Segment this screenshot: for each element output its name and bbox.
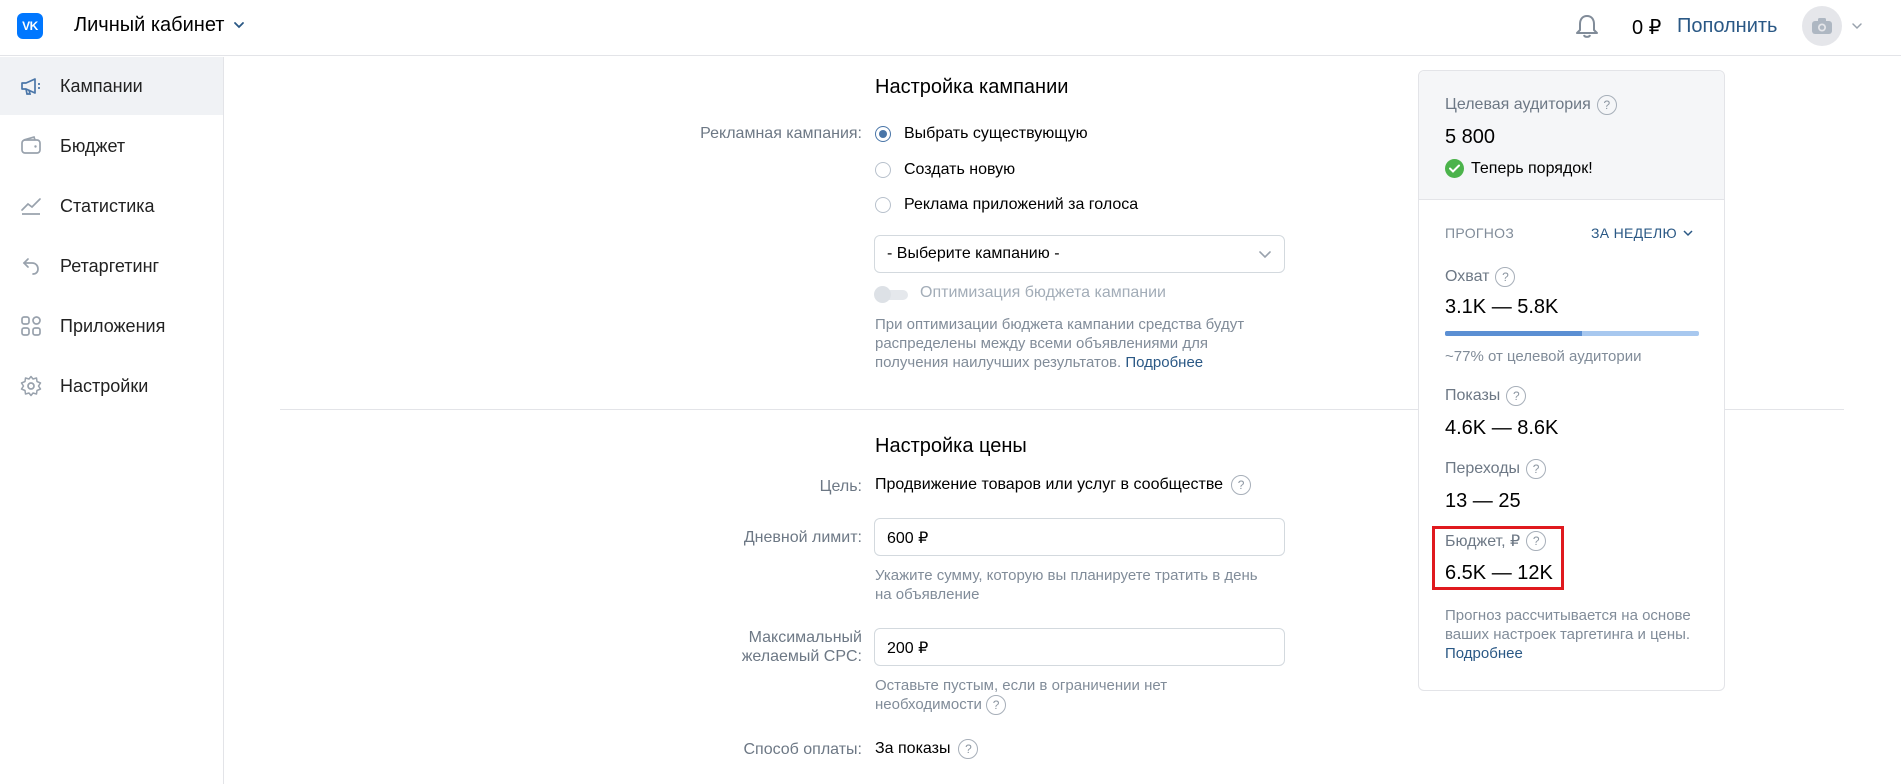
radio-label: Создать новую [904, 161, 1016, 178]
audience-value: 5 800 [1445, 126, 1496, 148]
daily-limit-input[interactable]: 600 ₽ [874, 518, 1285, 556]
radio-button[interactable] [875, 162, 891, 178]
reach-progress-fill [1445, 331, 1583, 336]
sidebar-item-statistics[interactable]: Статистика [0, 177, 223, 235]
campaign-select-value: - Выберите кампанию - [887, 245, 1060, 262]
goal-label: Цель: [819, 478, 862, 495]
megaphone-icon [21, 78, 40, 95]
sidebar-item-label: Ретаргетинг [60, 255, 160, 276]
radio-button[interactable] [875, 126, 891, 142]
chevron-down-icon[interactable] [232, 18, 246, 32]
campaign-select[interactable]: - Выберите кампанию - [874, 235, 1285, 273]
apps-icon [21, 316, 41, 336]
price-settings-title: Настройка цены [875, 435, 1027, 457]
clicks-value: 13 — 25 [1445, 490, 1521, 512]
sidebar-item-label: Приложения [60, 315, 166, 336]
radio-create-new[interactable]: Создать новую [875, 161, 1015, 179]
period-label: ЗА НЕДЕЛЮ [1591, 225, 1677, 241]
max-cpc-hint: Оставьте пустым, если в ограничении нет … [875, 676, 1275, 716]
chart-icon [21, 198, 41, 215]
radio-app-ads-votes[interactable]: Реклама приложений за голоса [875, 196, 1138, 214]
more-link[interactable]: Подробнее [1445, 645, 1523, 662]
sidebar: Кампании Бюджет Статистика Ретаргетинг П… [0, 57, 224, 784]
max-cpc-hint-text: Оставьте пустым, если в ограничении нет … [875, 677, 1168, 713]
forecast-footer-text: Прогноз рассчитывается на основе ваших н… [1445, 607, 1691, 643]
radio-button[interactable] [875, 197, 891, 213]
sidebar-item-label: Статистика [60, 195, 155, 216]
audience-label-text: Целевая аудитория [1445, 96, 1591, 113]
goal-value: Продвижение товаров или услуг в сообщест… [875, 475, 1252, 495]
balance-amount: 0 ₽ [1632, 17, 1662, 39]
help-icon[interactable]: ? [986, 695, 1007, 716]
max-cpc-input[interactable]: 200 ₽ [874, 628, 1285, 666]
audience-label: Целевая аудитория ? [1445, 95, 1617, 115]
sidebar-item-retargeting[interactable]: Ретаргетинг [0, 237, 223, 295]
radio-label: Выбрать существующую [904, 125, 1088, 142]
sidebar-item-settings[interactable]: Настройки [0, 357, 223, 415]
help-icon[interactable]: ? [1231, 475, 1252, 495]
chevron-down-icon [1259, 251, 1271, 259]
sidebar-item-campaigns[interactable]: Кампании [0, 57, 223, 115]
impressions-value: 4.6K — 8.6K [1445, 417, 1559, 439]
reach-value: 3.1K — 5.8K [1445, 296, 1559, 318]
reach-progress-bar [1445, 331, 1699, 336]
wallet-icon [21, 135, 41, 154]
audience-status: Теперь порядок! [1445, 159, 1593, 178]
daily-limit-hint: Укажите сумму, которую вы планируете тра… [875, 567, 1258, 603]
status-text: Теперь порядок! [1471, 159, 1593, 177]
budget-highlight-box [1432, 526, 1564, 590]
sidebar-item-label: Настройки [60, 375, 149, 396]
radio-select-existing[interactable]: Выбрать существующую [875, 125, 1088, 143]
max-cpc-label-line2: желаемый CPC: [741, 648, 862, 665]
max-cpc-label-line1: Максимальный [748, 629, 862, 646]
bell-icon[interactable] [1574, 12, 1600, 40]
reach-label: Охват ? [1445, 267, 1516, 287]
more-link[interactable]: Подробнее [1125, 354, 1203, 371]
daily-limit-label: Дневной лимит: [743, 529, 862, 546]
sidebar-item-budget[interactable]: Бюджет [0, 117, 223, 175]
impressions-label-text: Показы [1445, 387, 1501, 404]
period-dropdown[interactable]: ЗА НЕДЕЛЮ [1591, 225, 1693, 241]
camera-icon [1812, 18, 1832, 34]
payment-value: За показы ? [875, 739, 979, 759]
sidebar-item-apps[interactable]: Приложения [0, 297, 223, 355]
campaign-label: Рекламная кампания: [700, 125, 862, 142]
vk-logo[interactable]: VK [17, 13, 43, 39]
help-icon[interactable]: ? [1596, 95, 1617, 115]
sidebar-item-label: Кампании [60, 75, 143, 96]
impressions-label: Показы ? [1445, 386, 1527, 406]
help-icon[interactable]: ? [1495, 267, 1516, 287]
payment-text: За показы [875, 740, 951, 757]
optimization-hint: При оптимизации бюджета кампании средств… [875, 315, 1275, 372]
optimization-toggle[interactable] [874, 286, 910, 303]
retarget-icon [22, 258, 39, 275]
chevron-down-icon[interactable] [1851, 20, 1863, 32]
check-circle-icon [1445, 159, 1464, 178]
forecast-footer-hint: Прогноз рассчитывается на основе ваших н… [1445, 606, 1695, 663]
top-bar: VK Личный кабинет 0 ₽ Пополнить [0, 0, 1901, 56]
optimization-label: Оптимизация бюджета кампании [920, 284, 1166, 301]
reach-hint: ~77% от целевой аудитории [1445, 348, 1642, 365]
help-icon[interactable]: ? [958, 739, 979, 759]
payment-label: Способ оплаты: [743, 741, 862, 758]
radio-label: Реклама приложений за голоса [904, 196, 1139, 213]
clicks-label: Переходы ? [1445, 459, 1547, 479]
goal-text: Продвижение товаров или услуг в сообщест… [875, 476, 1224, 493]
gear-icon [20, 375, 42, 397]
avatar[interactable] [1802, 6, 1842, 46]
cabinet-title[interactable]: Личный кабинет [74, 14, 224, 37]
sidebar-item-label: Бюджет [60, 135, 126, 156]
help-icon[interactable]: ? [1526, 459, 1547, 479]
forecast-heading: ПРОГНОЗ [1445, 225, 1515, 241]
chevron-down-icon [1683, 230, 1693, 237]
reach-label-text: Охват [1445, 268, 1490, 285]
campaign-settings-title: Настройка кампании [875, 76, 1069, 98]
help-icon[interactable]: ? [1506, 386, 1527, 406]
clicks-label-text: Переходы [1445, 460, 1521, 477]
forecast-panel: Целевая аудитория ? 5 800 Теперь порядок… [1418, 70, 1725, 691]
topup-link[interactable]: Пополнить [1677, 15, 1777, 38]
